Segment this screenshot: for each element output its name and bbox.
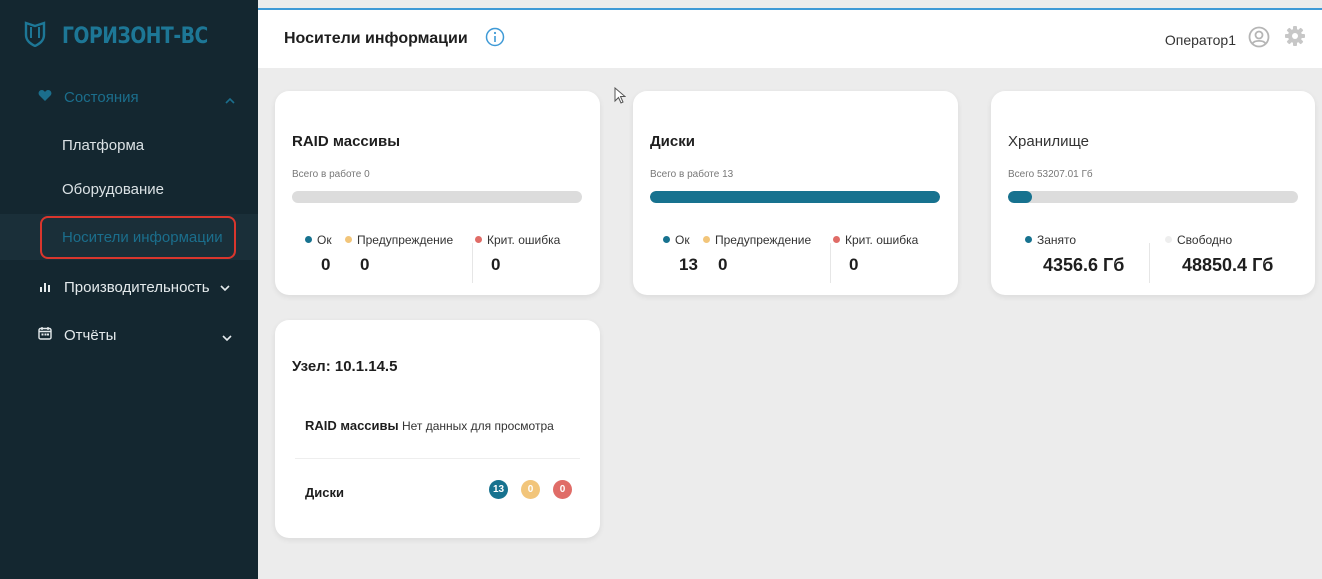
sidebar-section-states[interactable]: Состояния (0, 82, 258, 112)
raid-card-title: RAID массивы (292, 133, 401, 150)
legend-warning: Предупреждение (703, 233, 811, 247)
chevron-down-icon (222, 329, 232, 346)
legend-free: Свободно (1165, 233, 1232, 247)
logo[interactable]: ГОРИЗОНТ-ВС (0, 0, 258, 72)
raid-critical-count: 0 (491, 255, 501, 274)
raid-progress-bar (292, 191, 582, 203)
node-disks-label: Диски (305, 485, 344, 500)
free-dot-icon (1165, 236, 1172, 243)
sidebar-section-states-label: Состояния (64, 88, 139, 106)
operator-name: Оператор1 (1164, 32, 1236, 48)
disks-progress-bar (650, 191, 940, 203)
divider (472, 243, 473, 283)
storage-used-value: 4356.6 Гб (1043, 255, 1125, 275)
disks-ok-count: 13 (679, 255, 698, 274)
node-title: Узел: 10.1.14.5 (292, 358, 398, 375)
storage-progress-bar (1008, 191, 1298, 203)
legend-used-label: Занято (1037, 233, 1077, 247)
legend-used: Занято (1025, 233, 1076, 247)
legend-warning-label: Предупреждение (715, 233, 812, 247)
legend-ok-label: Ок (317, 233, 332, 247)
divider (1149, 243, 1150, 283)
warning-dot-icon (345, 236, 352, 243)
disks-progress-fill (650, 191, 940, 203)
storage-card-title: Хранилище (1008, 133, 1089, 150)
heart-icon (38, 89, 52, 106)
storage-free-value: 48850.4 Гб (1182, 255, 1274, 275)
warning-dot-icon (703, 236, 710, 243)
header: Носители информации Оператор1 (258, 8, 1322, 68)
page-title: Носители информации (284, 30, 468, 47)
legend-ok: Ок (305, 233, 332, 247)
bar-chart-icon (40, 279, 52, 296)
sidebar-item-media[interactable]: Носители информации (62, 229, 223, 246)
calendar-icon (38, 326, 52, 344)
chevron-up-icon (225, 91, 235, 108)
shield-logo-icon (24, 20, 46, 52)
raid-ok-count: 0 (321, 255, 331, 274)
node-disks-critical-badge[interactable]: 0 (553, 480, 572, 499)
chevron-down-icon (220, 279, 230, 296)
legend-free-label: Свободно (1177, 233, 1233, 247)
sidebar-item-platform[interactable]: Платформа (62, 137, 144, 154)
divider (295, 458, 580, 459)
raid-warning-count: 0 (360, 255, 370, 274)
legend-critical: Крит. ошибка (833, 233, 918, 247)
legend-warning-label: Предупреждение (357, 233, 454, 247)
sidebar-section-performance-label: Производительность (64, 278, 210, 296)
sidebar-section-performance[interactable]: Производительность (0, 272, 258, 302)
mouse-cursor-icon (614, 86, 627, 110)
info-icon[interactable] (485, 27, 505, 52)
ok-dot-icon (663, 236, 670, 243)
legend-critical-label: Крит. ошибка (845, 233, 919, 247)
used-dot-icon (1025, 236, 1032, 243)
node-raid-label: RAID массивы (305, 418, 399, 433)
ok-dot-icon (305, 236, 312, 243)
legend-ok-label: Ок (675, 233, 690, 247)
sidebar: ГОРИЗОНТ-ВС Состояния Платформа Оборудов… (0, 0, 258, 579)
critical-dot-icon (833, 236, 840, 243)
disks-warning-count: 0 (718, 255, 728, 274)
legend-ok: Ок (663, 233, 690, 247)
sidebar-item-equipment[interactable]: Оборудование (62, 181, 164, 198)
disks-card: Диски Всего в работе 13 Ок Предупреждени… (633, 91, 958, 295)
raid-card-subtitle: Всего в работе 0 (292, 169, 370, 180)
logo-text: ГОРИЗОНТ-ВС (62, 23, 209, 49)
sidebar-section-reports-label: Отчёты (64, 326, 117, 344)
node-card: Узел: 10.1.14.5 RAID массивы Нет данных … (275, 320, 600, 538)
disks-card-subtitle: Всего в работе 13 (650, 169, 734, 180)
legend-critical-label: Крит. ошибка (487, 233, 561, 247)
node-disks-ok-badge[interactable]: 13 (489, 480, 508, 499)
storage-card-subtitle: Всего 53207.01 Гб (1008, 169, 1093, 180)
gear-icon[interactable] (1284, 25, 1306, 52)
legend-warning: Предупреждение (345, 233, 453, 247)
critical-dot-icon (475, 236, 482, 243)
storage-progress-fill (1008, 191, 1032, 203)
node-raid-value: Нет данных для просмотра (401, 419, 554, 433)
node-raid-row: RAID массивы Нет данных для просмотра (305, 418, 554, 433)
node-disks-warning-badge[interactable]: 0 (521, 480, 540, 499)
sidebar-section-reports[interactable]: Отчёты (0, 320, 258, 350)
disks-critical-count: 0 (849, 255, 859, 274)
storage-card: Хранилище Всего 53207.01 Гб Занято Свобо… (991, 91, 1315, 295)
disks-card-title: Диски (650, 133, 695, 150)
legend-critical: Крит. ошибка (475, 233, 560, 247)
user-icon[interactable] (1248, 26, 1270, 53)
raid-card: RAID массивы Всего в работе 0 Ок Предупр… (275, 91, 600, 295)
divider (830, 243, 831, 283)
